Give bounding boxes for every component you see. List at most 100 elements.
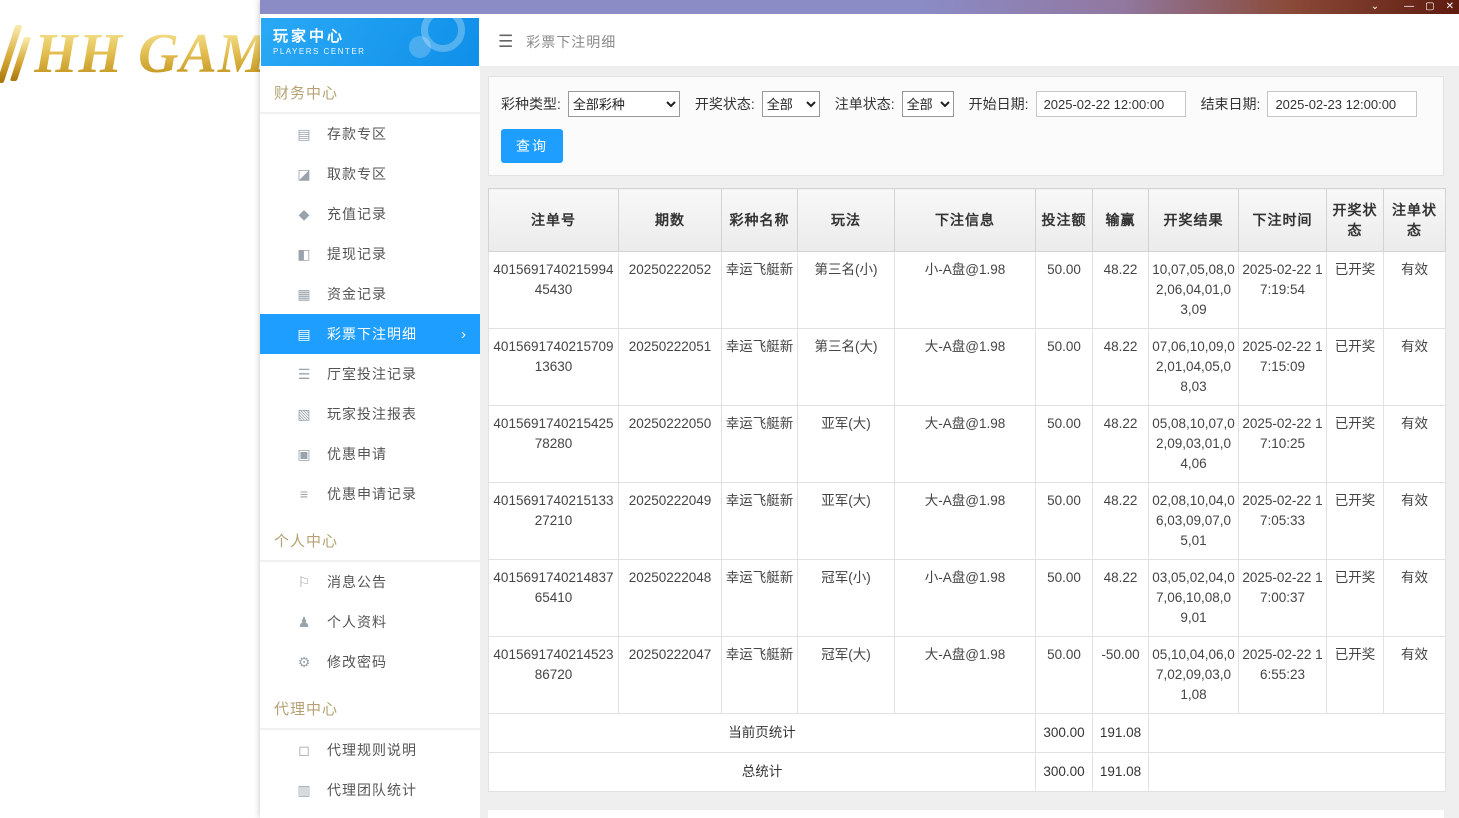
cell-draw-status: 已开奖 [1326,251,1384,329]
page-stats-empty [1148,713,1446,753]
page-stats-label: 当前页统计 [488,713,1036,753]
cell-bet-amount: 50.00 [1035,328,1093,406]
column-header: 彩种名称 [721,188,798,252]
lottery-type-label: 彩种类型: [501,96,561,112]
cell-draw-result: 07,06,10,09,02,01,04,05,08,03 [1148,328,1239,406]
minimize-icon[interactable]: — [1404,0,1414,14]
sidebar-item-withdraw-zone[interactable]: ◪ 取款专区 [260,154,480,194]
hall-bet-records-icon: ☰ [297,365,311,382]
maximize-icon[interactable]: ▢ [1425,0,1434,14]
column-header: 下注时间 [1238,188,1327,252]
table-body: 401569174021599445430 20250222052 幸运飞艇新 … [488,251,1446,714]
cell-bet-status: 有效 [1383,559,1446,637]
deposit-zone-icon: ▤ [297,125,311,142]
cell-bet-id: 401569174021452386720 [488,636,619,714]
cell-lottery-name: 幸运飞艇新 [721,251,798,329]
total-stats-row: 总统计 300.00 191.08 [488,752,1446,792]
end-date-input[interactable] [1267,91,1418,117]
sidebar-item-hall-bet-records[interactable]: ☰ 厅室投注记录 [260,354,480,394]
funds-records-icon: ▦ [297,285,311,302]
close-icon[interactable]: ✕ [1446,0,1454,14]
agent-team-stats-icon: ▥ [297,781,311,798]
cell-draw-result: 03,05,02,04,07,06,10,08,09,01 [1148,559,1239,637]
page-stats-winloss-total: 191.08 [1092,713,1149,753]
cell-bet-id: 401569174021513327210 [488,482,619,560]
cell-winloss: 48.22 [1092,405,1149,483]
page-stats-row: 当前页统计 300.00 191.08 [488,713,1446,753]
cell-bet-id: 401569174021542578280 [488,405,619,483]
cell-period: 20250222050 [618,405,722,483]
cell-bet-time: 2025-02-22 17:19:54 [1238,251,1327,329]
cell-play-type: 亚军(大) [797,405,895,483]
sidebar-item-funds-records[interactable]: ▦ 资金记录 [260,274,480,314]
lottery-bet-details-icon: ▤ [297,325,311,342]
withdrawal-records-icon: ◧ [297,245,311,262]
cell-bet-info: 大-A盘@1.98 [894,636,1036,714]
profile-icon: ♟ [297,613,311,630]
sidebar-item-withdrawal-records[interactable]: ◧ 提现记录 [260,234,480,274]
recharge-records-icon: ◆ [298,205,310,222]
bet-status-select[interactable]: 全部 [901,91,954,117]
cell-draw-result: 05,10,04,06,07,02,09,03,01,08 [1148,636,1239,714]
table-header-row: 注单号 期数 彩种名称 玩法 下注信息 投注额 输赢 开奖结果 下注时间 开奖状态 注单状态 [488,188,1446,252]
table-row: 401569174021542578280 20250222050 幸运飞艇新 … [488,405,1446,483]
sidebar-item-profile[interactable]: ♟ 个人资料 [260,602,480,642]
player-bet-report-icon: ▧ [297,405,311,422]
cell-lottery-name: 幸运飞艇新 [721,405,798,483]
cell-draw-result: 02,08,10,04,06,03,09,07,05,01 [1148,482,1239,560]
sidebar-item-recharge-records[interactable]: ◆ 充值记录 [260,194,480,234]
sidebar-item-player-bet-report[interactable]: ▧ 玩家投注报表 [260,394,480,434]
cell-bet-amount: 50.00 [1035,636,1093,714]
start-date-input[interactable] [1035,91,1186,117]
search-button[interactable]: 查询 [501,129,563,163]
cell-bet-id: 401569174021570913630 [488,328,619,406]
column-header: 注单号 [488,188,619,252]
sidebar-item-agent-rules[interactable]: ◻ 代理规则说明 [260,730,480,770]
total-stats-label: 总统计 [488,752,1036,792]
sidebar-item-deposit-zone[interactable]: ▤ 存款专区 [260,114,480,154]
sidebar-item-promo-apply[interactable]: ▣ 优惠申请 [260,434,480,474]
table-row: 401569174021513327210 20250222049 幸运飞艇新 … [488,482,1446,560]
chevron-right-icon: › [461,325,466,343]
table-row: 401569174021570913630 20250222051 幸运飞艇新 … [488,328,1446,406]
sidebar-item-lottery-bet-details[interactable]: ▤ 彩票下注明细 › [260,314,480,354]
table-row: 401569174021452386720 20250222047 幸运飞艇新 … [488,636,1446,714]
cell-bet-time: 2025-02-22 17:10:25 [1238,405,1327,483]
total-stats-winloss-total: 191.08 [1092,752,1149,792]
cell-draw-result: 05,08,10,07,02,09,03,01,04,06 [1148,405,1239,483]
cell-winloss: -50.00 [1092,636,1149,714]
promo-apply-icon: ▣ [297,445,311,462]
cell-period: 20250222051 [618,328,722,406]
sidebar-section: 个人中心 ⚐ 消息公告 ♟ 个人资料 ⚙ 修改密码 [260,514,480,682]
cell-period: 20250222047 [618,636,722,714]
sidebar-menu: 财务中心 ▤ 存款专区 ◪ 取款专区 ◆ 充值记录 ◧ 提现记录 ▦ 资金记录 … [260,66,480,810]
cell-bet-status: 有效 [1383,251,1446,329]
cell-draw-status: 已开奖 [1326,405,1384,483]
column-header: 玩法 [797,188,895,252]
cell-bet-status: 有效 [1383,405,1446,483]
cell-play-type: 第三名(小) [797,251,895,329]
filter-panel: 彩种类型: 全部彩种 开奖状态: 全部 注单状态: 全部 开始日期: 2025-… [488,76,1444,176]
draw-status-select[interactable]: 全部 [761,91,820,117]
cell-bet-id: 401569174021599445430 [488,251,619,329]
cell-period: 20250222048 [618,559,722,637]
hamburger-menu-icon[interactable]: ☰ [498,32,513,52]
lottery-type-select[interactable]: 全部彩种 [567,91,680,117]
end-date-label: 结束日期: [1200,96,1261,112]
chevron-down-icon[interactable]: ⌄ [1371,0,1379,14]
cell-draw-status: 已开奖 [1326,482,1384,560]
cell-bet-info: 大-A盘@1.98 [894,482,1036,560]
pagination-bar: 每页显示20条 共6条 首页 上一页 1 下一页 第 页 跳转 [488,810,1444,818]
change-password-icon: ⚙ [297,653,311,670]
sidebar-item-agent-team-stats[interactable]: ▥ 代理团队统计 [260,770,480,810]
sidebar-item-announcements[interactable]: ⚐ 消息公告 [260,562,480,602]
sidebar: 玩家中心 PLAYERS CENTER 财务中心 ▤ 存款专区 ◪ 取款专区 ◆… [260,18,480,818]
bet-status-label: 注单状态: [834,96,895,112]
column-header: 投注额 [1035,188,1093,252]
cell-bet-id: 401569174021483765410 [488,559,619,637]
cell-winloss: 48.22 [1092,251,1149,329]
sidebar-header: 玩家中心 PLAYERS CENTER [261,18,479,66]
header-decoration-dot-icon [409,36,431,58]
sidebar-item-promo-apply-records[interactable]: ≡ 优惠申请记录 [260,474,480,514]
sidebar-item-change-password[interactable]: ⚙ 修改密码 [260,642,480,682]
